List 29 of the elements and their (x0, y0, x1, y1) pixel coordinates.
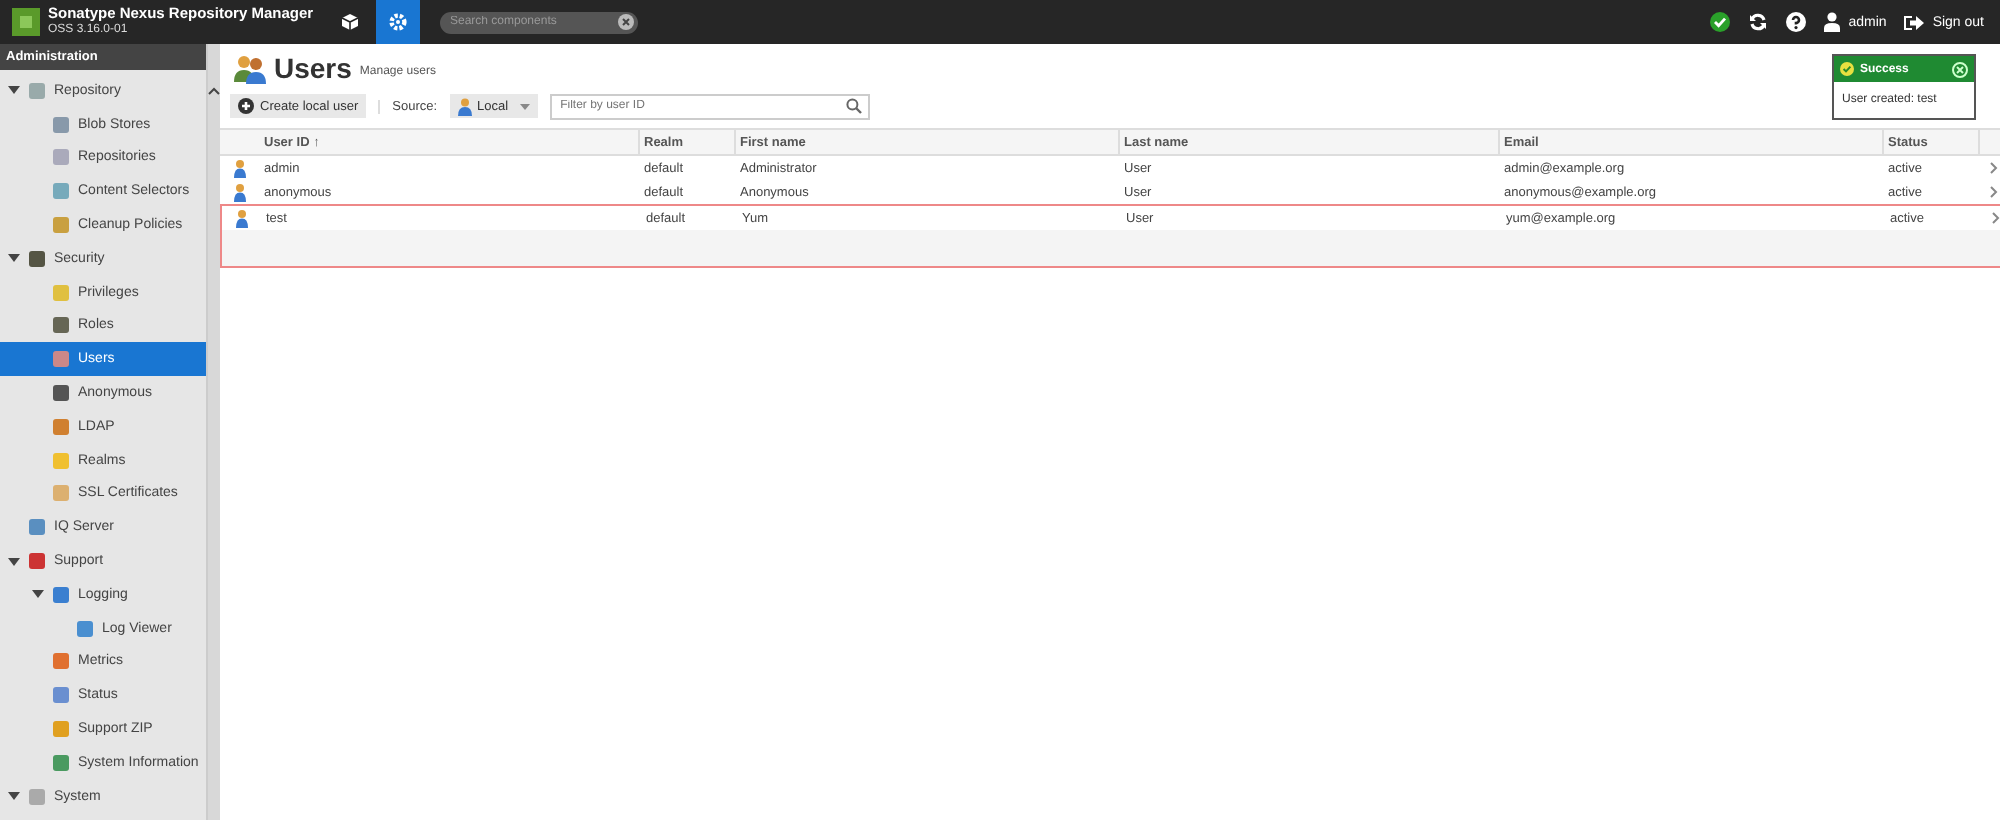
caret-icon (520, 103, 531, 109)
expand-arrow-icon[interactable] (32, 588, 44, 601)
user-icon (1824, 12, 1841, 32)
refresh-icon[interactable] (1748, 12, 1769, 32)
expand-arrow-icon[interactable] (8, 84, 20, 97)
scrollbar[interactable] (206, 44, 220, 820)
user-icon (234, 159, 246, 177)
logo-icon (12, 8, 40, 36)
users-icon (234, 53, 266, 83)
settings-button[interactable] (376, 0, 420, 44)
user-icon (457, 97, 472, 115)
search-icon[interactable] (846, 98, 863, 114)
chevron-icon[interactable] (1992, 212, 2000, 224)
check-icon (1840, 62, 1854, 76)
status-check-icon[interactable] (1710, 12, 1731, 32)
sign-out-icon (1904, 13, 1925, 31)
user-icon (236, 209, 248, 227)
cube-icon[interactable] (340, 12, 360, 32)
close-icon[interactable] (1952, 61, 1968, 77)
expand-arrow-icon[interactable] (8, 252, 20, 265)
plus-icon (238, 98, 254, 114)
user-icon (234, 183, 246, 201)
gear-icon[interactable] (388, 12, 408, 32)
page-title: Users (274, 52, 352, 84)
scroll-up-icon[interactable] (208, 86, 220, 96)
clear-icon[interactable] (618, 14, 634, 30)
help-icon[interactable] (1786, 12, 1807, 32)
expand-arrow-icon[interactable] (8, 555, 20, 568)
expand-arrow-icon[interactable] (8, 790, 20, 803)
